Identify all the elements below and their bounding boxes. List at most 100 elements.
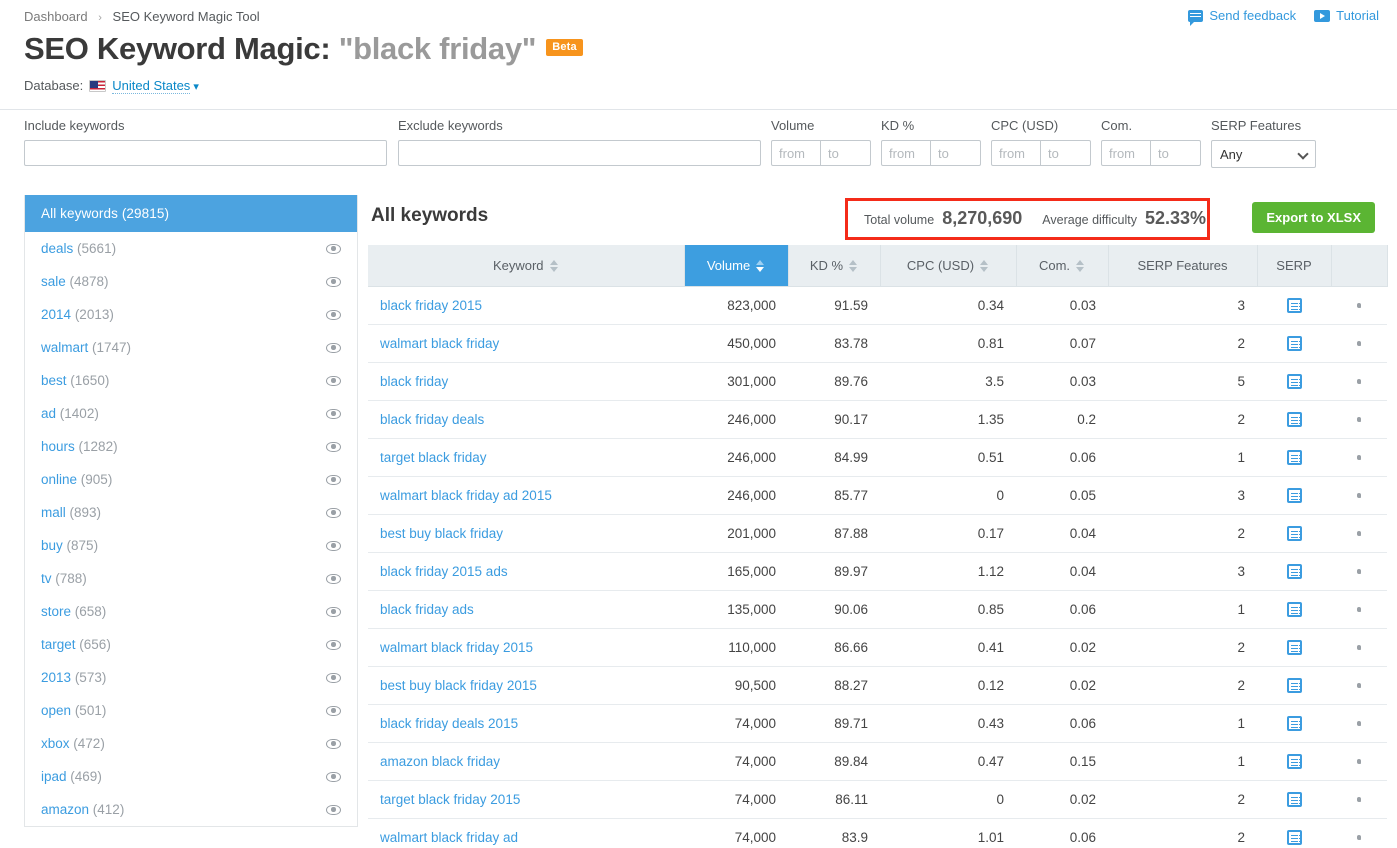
eye-icon[interactable] <box>326 310 341 320</box>
eye-icon[interactable] <box>326 376 341 386</box>
eye-icon[interactable] <box>326 805 341 815</box>
serp-features-count[interactable]: 1 <box>1237 450 1245 465</box>
eye-icon[interactable] <box>326 706 341 716</box>
serp-features-count[interactable]: 1 <box>1237 602 1245 617</box>
serp-list-icon[interactable] <box>1287 526 1302 541</box>
serp-list-icon[interactable] <box>1287 640 1302 655</box>
eye-icon[interactable] <box>326 343 341 353</box>
serp-list-icon[interactable] <box>1287 830 1302 845</box>
serp-features-count[interactable]: 2 <box>1237 526 1245 541</box>
serp-list-icon[interactable] <box>1287 792 1302 807</box>
sidebar-item-ad[interactable]: ad (1402) <box>25 397 357 430</box>
cpc-from-input[interactable] <box>991 140 1041 166</box>
keyword-link[interactable]: black friday ads <box>380 602 474 617</box>
sidebar-item-buy[interactable]: buy (875) <box>25 529 357 562</box>
serp-features-count[interactable]: 2 <box>1237 792 1245 807</box>
volume-to-input[interactable] <box>821 140 871 166</box>
keyword-link[interactable]: walmart black friday 2015 <box>380 640 533 655</box>
sidebar-item-deals[interactable]: deals (5661) <box>25 232 357 265</box>
com-from-input[interactable] <box>1101 140 1151 166</box>
eye-icon[interactable] <box>326 442 341 452</box>
serp-list-icon[interactable] <box>1287 374 1302 389</box>
tutorial-link[interactable]: Tutorial <box>1314 8 1379 23</box>
keyword-link[interactable]: best buy black friday 2015 <box>380 678 537 693</box>
serp-list-icon[interactable] <box>1287 602 1302 617</box>
eye-icon[interactable] <box>326 673 341 683</box>
serp-list-icon[interactable] <box>1287 412 1302 427</box>
serp-features-count[interactable]: 3 <box>1237 298 1245 313</box>
sidebar-item-online[interactable]: online (905) <box>25 463 357 496</box>
keyword-link[interactable]: walmart black friday ad <box>380 830 518 845</box>
serp-features-count[interactable]: 2 <box>1237 830 1245 845</box>
sidebar-item-hours[interactable]: hours (1282) <box>25 430 357 463</box>
serp-features-select[interactable]: Any <box>1211 140 1316 168</box>
sidebar-item-target[interactable]: target (656) <box>25 628 357 661</box>
sidebar-item-mall[interactable]: mall (893) <box>25 496 357 529</box>
serp-features-count[interactable]: 2 <box>1237 336 1245 351</box>
column-header-keyword[interactable]: Keyword <box>368 245 684 287</box>
serp-list-icon[interactable] <box>1287 336 1302 351</box>
sidebar-item-2013[interactable]: 2013 (573) <box>25 661 357 694</box>
sidebar-item-all-keywords[interactable]: All keywords (29815) <box>25 195 357 232</box>
serp-list-icon[interactable] <box>1287 488 1302 503</box>
sidebar-item-best[interactable]: best (1650) <box>25 364 357 397</box>
database-value-link[interactable]: United States▾ <box>112 78 199 93</box>
eye-icon[interactable] <box>326 772 341 782</box>
column-header-kd[interactable]: KD % <box>788 245 880 287</box>
eye-icon[interactable] <box>326 541 341 551</box>
eye-icon[interactable] <box>326 244 341 254</box>
kd-from-input[interactable] <box>881 140 931 166</box>
sidebar-item-ipad[interactable]: ipad (469) <box>25 760 357 793</box>
keyword-link[interactable]: target black friday 2015 <box>380 792 520 807</box>
export-to-xlsx-button[interactable]: Export to XLSX <box>1252 202 1375 233</box>
sidebar-item-store[interactable]: store (658) <box>25 595 357 628</box>
sidebar-item-sale[interactable]: sale (4878) <box>25 265 357 298</box>
serp-list-icon[interactable] <box>1287 754 1302 769</box>
serp-features-count[interactable]: 3 <box>1237 564 1245 579</box>
serp-list-icon[interactable] <box>1287 450 1302 465</box>
eye-icon[interactable] <box>326 409 341 419</box>
serp-list-icon[interactable] <box>1287 716 1302 731</box>
keyword-link[interactable]: black friday 2015 ads <box>380 564 508 579</box>
keyword-link[interactable]: black friday deals <box>380 412 484 427</box>
send-feedback-link[interactable]: Send feedback <box>1188 8 1296 23</box>
com-to-input[interactable] <box>1151 140 1201 166</box>
serp-features-count[interactable]: 2 <box>1237 678 1245 693</box>
kd-to-input[interactable] <box>931 140 981 166</box>
keyword-link[interactable]: walmart black friday ad 2015 <box>380 488 552 503</box>
serp-features-count[interactable]: 2 <box>1237 640 1245 655</box>
eye-icon[interactable] <box>326 739 341 749</box>
column-header-com[interactable]: Com. <box>1016 245 1108 287</box>
serp-list-icon[interactable] <box>1287 298 1302 313</box>
keyword-link[interactable]: black friday 2015 <box>380 298 482 313</box>
keyword-link[interactable]: walmart black friday <box>380 336 499 351</box>
column-header-cpc[interactable]: CPC (USD) <box>880 245 1016 287</box>
sidebar-item-tv[interactable]: tv (788) <box>25 562 357 595</box>
serp-features-count[interactable]: 1 <box>1237 754 1245 769</box>
keyword-link[interactable]: target black friday <box>380 450 487 465</box>
serp-features-count[interactable]: 5 <box>1237 374 1245 389</box>
volume-from-input[interactable] <box>771 140 821 166</box>
eye-icon[interactable] <box>326 475 341 485</box>
breadcrumb-dashboard[interactable]: Dashboard <box>24 9 88 24</box>
keyword-link[interactable]: amazon black friday <box>380 754 500 769</box>
eye-icon[interactable] <box>326 508 341 518</box>
serp-features-count[interactable]: 1 <box>1237 716 1245 731</box>
keyword-link[interactable]: black friday <box>380 374 448 389</box>
include-keywords-input[interactable] <box>24 140 387 166</box>
sidebar-item-amazon[interactable]: amazon (412) <box>25 793 357 826</box>
sidebar-item-2014[interactable]: 2014 (2013) <box>25 298 357 331</box>
exclude-keywords-input[interactable] <box>398 140 761 166</box>
serp-features-count[interactable]: 3 <box>1237 488 1245 503</box>
breadcrumb-current[interactable]: SEO Keyword Magic Tool <box>113 9 260 24</box>
cpc-to-input[interactable] <box>1041 140 1091 166</box>
sidebar-item-open[interactable]: open (501) <box>25 694 357 727</box>
eye-icon[interactable] <box>326 607 341 617</box>
sidebar-item-xbox[interactable]: xbox (472) <box>25 727 357 760</box>
serp-list-icon[interactable] <box>1287 564 1302 579</box>
eye-icon[interactable] <box>326 640 341 650</box>
column-header-volume[interactable]: Volume <box>684 245 788 287</box>
keyword-link[interactable]: best buy black friday <box>380 526 503 541</box>
serp-features-count[interactable]: 2 <box>1237 412 1245 427</box>
keyword-link[interactable]: black friday deals 2015 <box>380 716 518 731</box>
